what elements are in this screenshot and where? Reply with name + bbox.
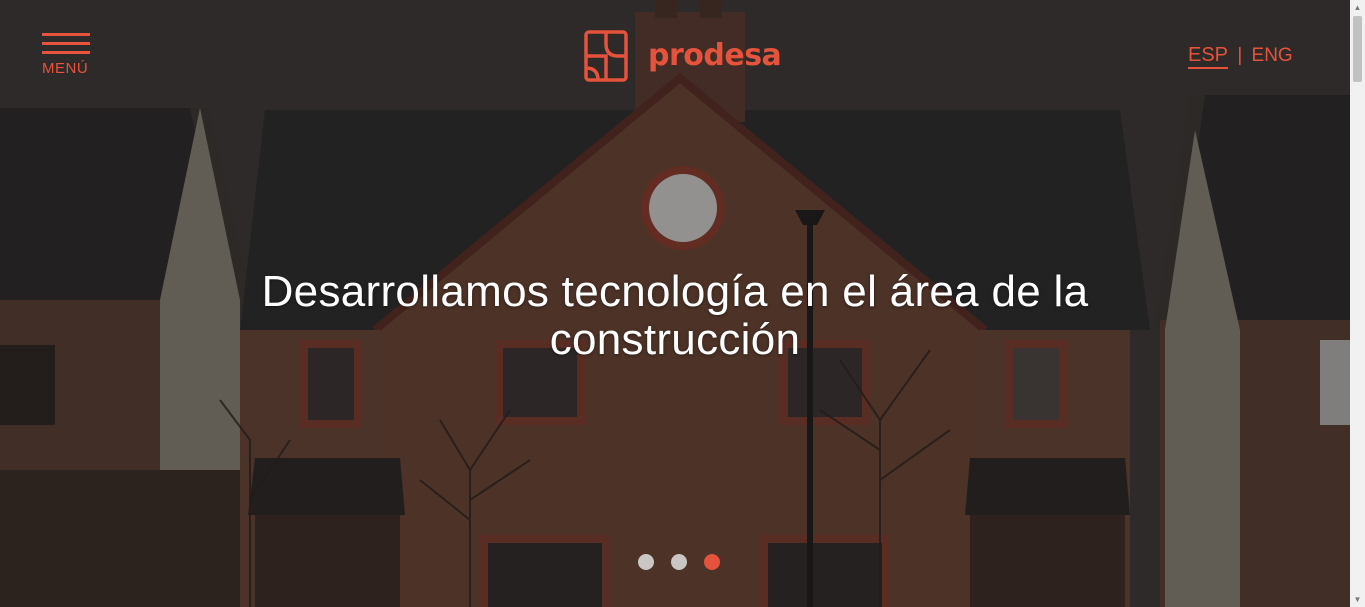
prodesa-logo-mark-icon	[584, 30, 628, 82]
menu-label[interactable]: MENÚ	[42, 60, 92, 77]
slider-dot-2[interactable]	[671, 554, 687, 570]
logo-wordmark: prodesa	[648, 38, 782, 73]
chevron-down-icon[interactable]: ▼	[1350, 592, 1365, 607]
hero-banner: MENÚ prodesa ESP | ENG Desarrollamos tec…	[0, 0, 1350, 607]
slider-dot-3[interactable]	[704, 554, 720, 570]
language-switcher: ESP | ENG	[1188, 44, 1293, 69]
slider-dot-1[interactable]	[638, 554, 654, 570]
lang-separator: |	[1237, 45, 1243, 66]
slider-pagination	[638, 554, 737, 570]
lang-esp-link[interactable]: ESP	[1188, 44, 1229, 69]
page: MENÚ prodesa ESP | ENG Desarrollamos tec…	[0, 0, 1365, 607]
site-logo[interactable]: prodesa	[584, 30, 782, 82]
menu-button[interactable]: MENÚ	[42, 33, 92, 77]
hero-headline: Desarrollamos tecnología en el área de l…	[261, 267, 1089, 364]
lang-eng-link[interactable]: ENG	[1252, 45, 1293, 66]
scrollbar-thumb[interactable]	[1353, 16, 1362, 82]
vertical-scrollbar[interactable]: ▲ ▼	[1350, 0, 1365, 607]
chevron-up-icon[interactable]: ▲	[1350, 0, 1365, 15]
hamburger-icon[interactable]	[42, 33, 92, 54]
